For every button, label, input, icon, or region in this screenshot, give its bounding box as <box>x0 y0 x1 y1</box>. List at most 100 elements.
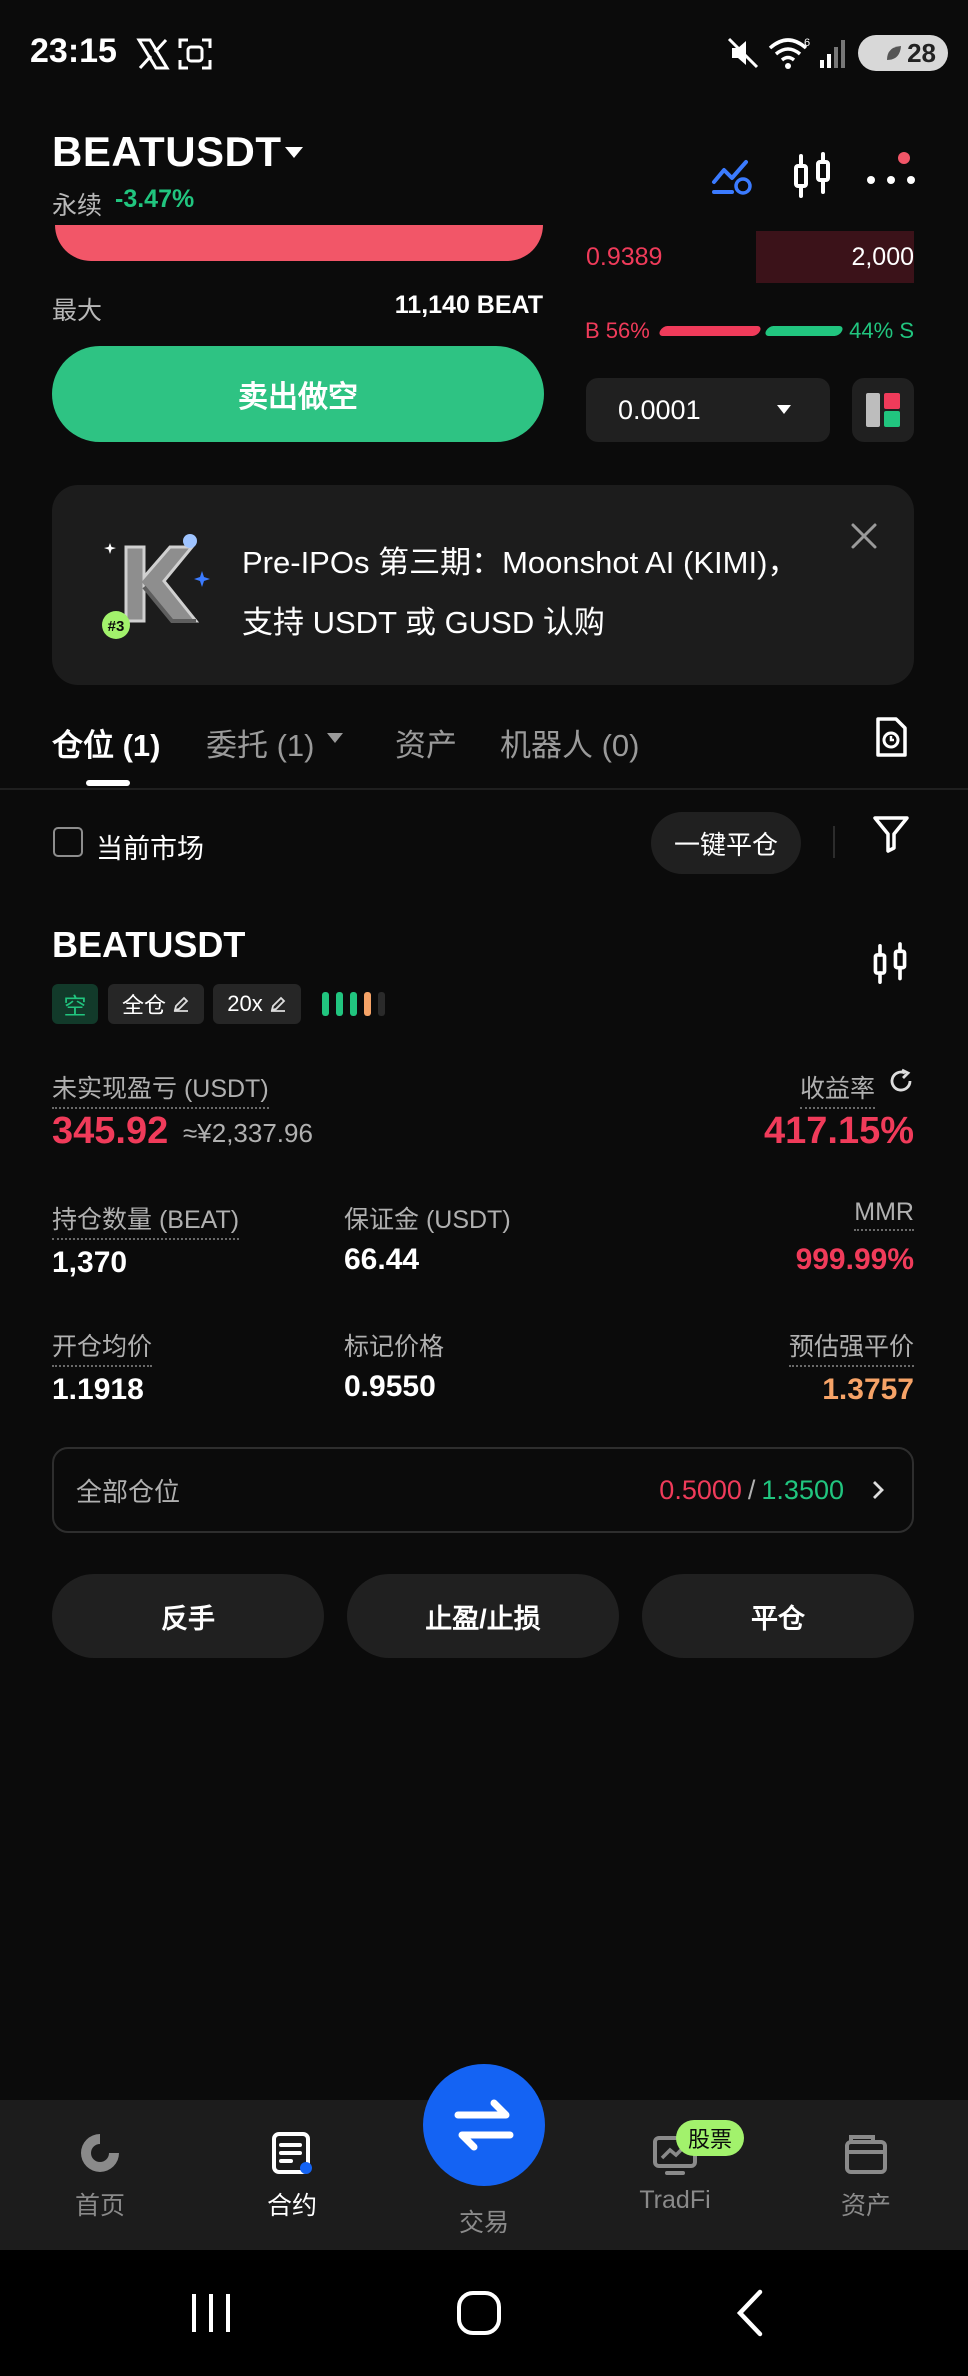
liq-price-label: 预估强平价 <box>788 1327 914 1367</box>
position-symbol[interactable]: BEATUSDT <box>52 924 245 966</box>
pair-title[interactable]: BEATUSDT <box>52 128 282 176</box>
unrealized-pnl-value: 345.92 <box>52 1110 169 1152</box>
nav-assets[interactable]: 资产 <box>806 2130 926 2222</box>
ask-qty: 2,000 <box>851 243 914 271</box>
candlestick-chart-icon[interactable] <box>870 942 910 986</box>
sell-short-button[interactable]: 卖出做空 <box>52 346 544 442</box>
swap-icon <box>454 2099 514 2151</box>
home-button-icon[interactable] <box>454 2290 504 2336</box>
entry-price-value: 1.1918 <box>52 1373 144 1406</box>
tab-bots[interactable]: 机器人 (0) <box>500 720 640 765</box>
scan-icon <box>178 38 212 70</box>
unrealized-pnl-label: 未实现盈亏 (USDT) <box>52 1069 269 1109</box>
mmr-value: 999.99% <box>795 1243 914 1276</box>
x-app-icon <box>136 38 170 70</box>
slider-track <box>55 225 543 261</box>
nav-tradfi-label: TradFi <box>639 2186 711 2214</box>
ask-price[interactable]: 0.9389 <box>586 243 662 272</box>
margin-value: 66.44 <box>344 1243 420 1276</box>
margin-mode-label: 全仓 <box>121 993 166 1018</box>
price-change: -3.47% <box>115 185 195 213</box>
current-market-checkbox[interactable] <box>53 827 83 857</box>
reverse-button[interactable]: 反手 <box>52 1574 324 1658</box>
risk-level-bars <box>322 992 385 1016</box>
banner-text-line2: 支持 USDT 或 GUSD 认购 <box>242 605 605 640</box>
strategy-icon[interactable] <box>710 154 754 198</box>
wifi-icon: 6 <box>768 37 810 69</box>
more-icon[interactable] <box>864 150 918 194</box>
tpsl-values: 0.5000 / 1.3500 <box>659 1475 890 1506</box>
active-tab-indicator <box>86 780 130 786</box>
current-market-label[interactable]: 当前市场 <box>96 827 204 866</box>
chevron-right-icon <box>873 1481 884 1499</box>
stop-loss-value: 1.3500 <box>761 1474 844 1505</box>
sell-ratio-bar <box>763 326 845 336</box>
tpsl-row[interactable]: 全部仓位 0.5000 / 1.3500 <box>52 1447 914 1533</box>
margin-mode-badge[interactable]: 全仓 <box>108 984 204 1024</box>
tpsl-separator: / <box>747 1474 756 1505</box>
tab-assets[interactable]: 资产 <box>395 720 457 765</box>
liq-price-value: 1.3757 <box>822 1373 914 1406</box>
edit-icon <box>270 996 286 1012</box>
history-icon[interactable] <box>872 716 910 758</box>
max-label: 最大 <box>52 297 103 325</box>
close-icon[interactable] <box>848 520 880 552</box>
svg-text:6: 6 <box>804 37 810 49</box>
mmr-label: MMR <box>854 1198 914 1231</box>
nav-futures[interactable]: 合约 <box>232 2130 352 2222</box>
tpsl-label: 全部仓位 <box>76 1476 181 1507</box>
home-icon <box>81 2134 119 2172</box>
signal-icon <box>820 40 845 68</box>
mark-price-value: 0.9550 <box>344 1370 436 1403</box>
entry-price-label: 开仓均价 <box>52 1327 153 1367</box>
contract-type: 永续 <box>52 192 103 220</box>
tab-positions[interactable]: 仓位 (1) <box>52 720 161 765</box>
position-qty-value: 1,370 <box>52 1246 128 1279</box>
tab-orders[interactable]: 委托 (1) <box>206 720 315 765</box>
nav-futures-label: 合约 <box>266 2192 317 2220</box>
nav-trade-label[interactable]: 交易 <box>423 2203 545 2239</box>
futures-icon <box>272 2132 312 2174</box>
battery-indicator: 28 <box>858 35 948 71</box>
status-time: 23:15 <box>30 32 117 70</box>
nav-home[interactable]: 首页 <box>40 2130 160 2222</box>
candlestick-chart-icon[interactable] <box>790 152 834 200</box>
edit-icon <box>173 996 189 1012</box>
chevron-down-icon[interactable] <box>777 405 791 414</box>
mute-icon <box>727 37 759 69</box>
roe-label: 收益率 <box>799 1069 875 1109</box>
tick-size-select[interactable]: 0.0001 <box>586 378 830 442</box>
battery-level: 28 <box>907 37 936 68</box>
nav-trade[interactable] <box>423 2064 545 2186</box>
chevron-down-icon[interactable] <box>327 733 343 743</box>
stock-badge: 股票 <box>676 2120 744 2156</box>
chevron-down-icon[interactable] <box>285 147 303 158</box>
side-badge: 空 <box>52 984 98 1024</box>
divider <box>833 826 835 858</box>
sell-ratio: 44% S <box>849 318 914 343</box>
orderbook-layout-button[interactable] <box>852 378 914 442</box>
wallet-icon <box>845 2135 887 2174</box>
leverage-badge[interactable]: 20x <box>213 984 301 1024</box>
buy-ratio-bar <box>657 326 763 336</box>
promo-badge: #3 <box>108 618 125 635</box>
close-all-button[interactable]: 一键平仓 <box>651 812 801 874</box>
recent-apps-icon[interactable] <box>186 2290 236 2336</box>
tpsl-button[interactable]: 止盈/止损 <box>347 1574 619 1658</box>
nav-home-label: 首页 <box>74 2192 125 2220</box>
filter-icon[interactable] <box>872 814 910 854</box>
mark-price-label: 标记价格 <box>344 1333 445 1361</box>
unrealized-pnl-fiat: ≈¥2,337.96 <box>183 1118 313 1148</box>
refresh-icon[interactable] <box>888 1068 914 1094</box>
close-position-button[interactable]: 平仓 <box>642 1574 914 1658</box>
leaf-icon <box>887 46 902 60</box>
orderbook-layout-icon <box>866 393 900 427</box>
back-icon[interactable] <box>730 2288 770 2338</box>
tick-size-value: 0.0001 <box>618 394 701 425</box>
take-profit-value: 0.5000 <box>659 1474 742 1505</box>
nav-assets-label: 资产 <box>840 2192 891 2220</box>
leverage-label: 20x <box>227 991 263 1016</box>
kimi-promo-logo: #3 <box>102 534 210 639</box>
margin-label: 保证金 (USDT) <box>344 1206 511 1234</box>
divider <box>0 788 968 790</box>
